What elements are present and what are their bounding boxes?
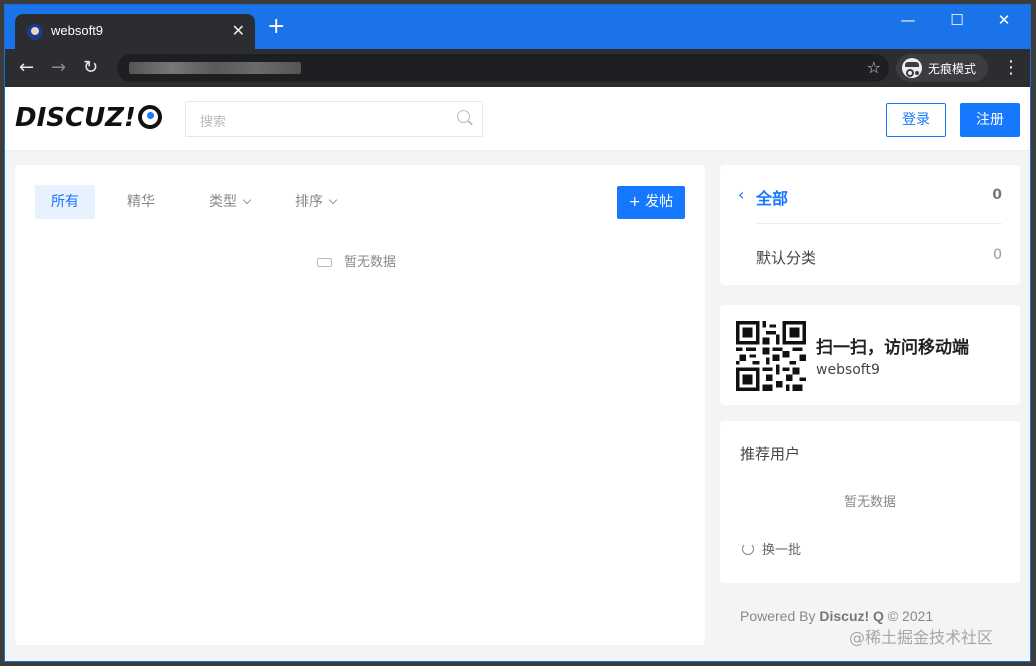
address-bar[interactable]: ☆ (117, 54, 889, 82)
minimize-button[interactable]: — (885, 11, 931, 29)
category-item-default[interactable]: 默认分类 (756, 247, 816, 268)
category-all[interactable]: 全部 (756, 185, 788, 209)
tab-title: websoft9 (51, 23, 104, 38)
category-item-count: 0 (993, 247, 1002, 263)
browser-tab[interactable]: websoft9 ✕ (15, 14, 255, 49)
close-window-button[interactable]: ✕ (981, 11, 1027, 29)
blurred-url (129, 62, 301, 74)
bookmark-star-icon[interactable]: ☆ (867, 58, 881, 77)
footer-brand[interactable]: Discuz! Q (819, 608, 884, 624)
qr-subtitle: websoft9 (816, 362, 880, 378)
recommended-empty: 暂无数据 (843, 495, 896, 510)
chevron-down-icon (242, 195, 252, 205)
search-placeholder: 搜索 (200, 115, 227, 130)
footer: Powered By Discuz! Q © 2021 (740, 608, 933, 624)
login-button[interactable]: 登录 (886, 103, 946, 137)
new-tab-button[interactable]: + (267, 16, 285, 38)
qr-code-icon (736, 321, 806, 391)
favicon-icon (27, 24, 43, 40)
title-bar: websoft9 ✕ + — ☐ ✕ (5, 5, 1030, 49)
filter-essence[interactable]: 精华 (111, 185, 171, 219)
refresh-button[interactable]: 换一批 (742, 539, 801, 558)
back-arrow-icon[interactable]: ← (19, 57, 34, 78)
footer-prefix: Powered By (740, 608, 816, 624)
logo-text: DISCUZ! (15, 103, 136, 133)
filter-sort-label: 排序 (295, 194, 323, 210)
new-post-button[interactable]: + 发帖 (617, 186, 685, 219)
qr-title: 扫一扫，访问移动端 (816, 338, 969, 358)
empty-inbox-icon (317, 258, 332, 267)
refresh-icon (742, 543, 754, 555)
recommended-users-card: 推荐用户 暂无数据 换一批 (720, 421, 1020, 583)
site-header: DISCUZ! 搜索 登录 注册 (5, 87, 1030, 151)
chevron-down-icon (328, 195, 338, 205)
category-all-count: 0 (992, 187, 1002, 203)
qr-card: 扫一扫，访问移动端 websoft9 (720, 305, 1020, 405)
search-input[interactable]: 搜索 (185, 101, 483, 137)
filter-type-label: 类型 (209, 194, 237, 210)
thread-list-panel: 所有 精华 类型 排序 + 发帖 暂无数据 (15, 165, 705, 645)
empty-state: 暂无数据 (317, 251, 396, 270)
incognito-icon (902, 58, 922, 78)
divider (756, 223, 1002, 224)
empty-text: 暂无数据 (344, 255, 397, 270)
filter-all[interactable]: 所有 (35, 185, 95, 219)
filter-sort[interactable]: 排序 (279, 185, 352, 219)
close-tab-icon[interactable]: ✕ (232, 21, 245, 40)
refresh-label: 换一批 (762, 543, 802, 558)
filter-type[interactable]: 类型 (193, 185, 266, 219)
logo-q-icon (137, 105, 162, 129)
register-button[interactable]: 注册 (960, 103, 1020, 137)
browser-window: websoft9 ✕ + — ☐ ✕ ← → ↻ ☆ 无痕模式 ⋮ DISCUZ… (4, 4, 1031, 662)
watermark: @稀土掘金技术社区 (849, 628, 994, 647)
forward-arrow-icon[interactable]: → (51, 57, 66, 78)
footer-suffix: © 2021 (887, 608, 934, 624)
browser-toolbar: ← → ↻ ☆ 无痕模式 ⋮ (5, 49, 1030, 87)
browser-menu-icon[interactable]: ⋮ (1002, 57, 1020, 78)
incognito-label: 无痕模式 (928, 62, 977, 76)
logo[interactable]: DISCUZ! (15, 103, 162, 133)
chevron-left-icon[interactable]: ‹ (738, 185, 744, 204)
maximize-button[interactable]: ☐ (934, 11, 980, 29)
incognito-badge[interactable]: 无痕模式 (896, 54, 988, 82)
search-icon[interactable] (457, 110, 470, 123)
recommended-title: 推荐用户 (740, 445, 801, 463)
category-card: ‹ 全部 0 默认分类 0 (720, 165, 1020, 285)
reload-icon[interactable]: ↻ (83, 57, 98, 78)
